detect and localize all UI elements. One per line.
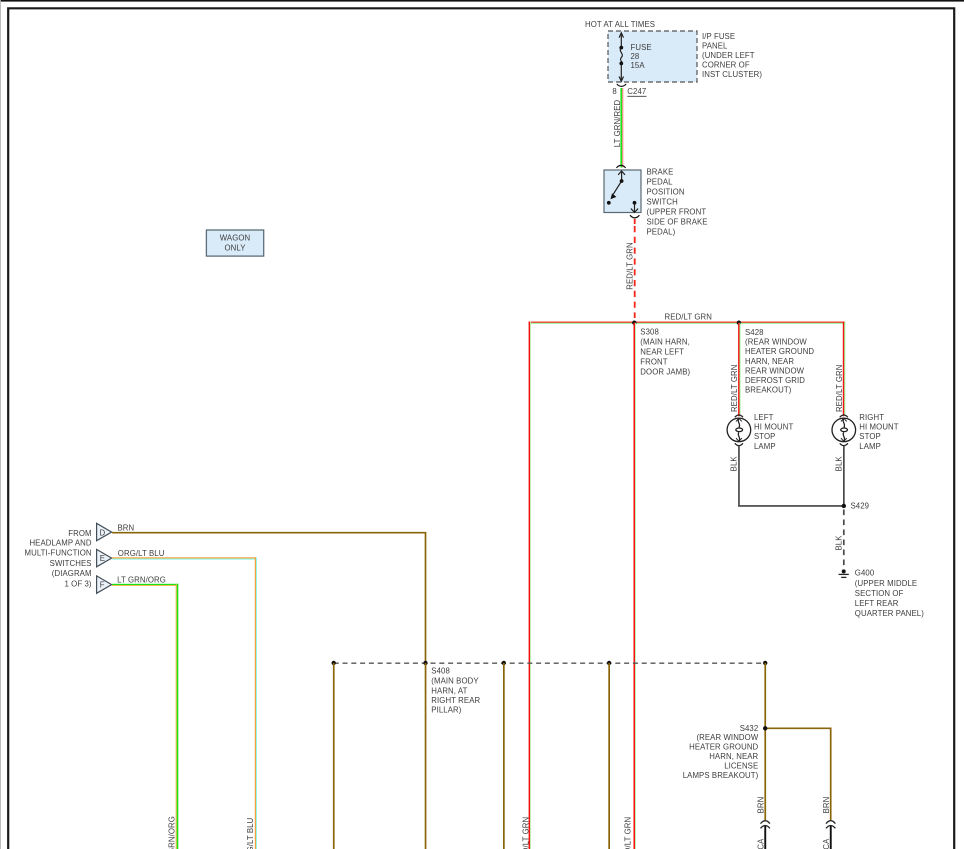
svg-text:LT GRN/RED: LT GRN/RED bbox=[613, 99, 622, 147]
svg-text:SECTION OF: SECTION OF bbox=[855, 589, 904, 598]
svg-text:BLK: BLK bbox=[835, 456, 844, 472]
svg-text:LICENSE: LICENSE bbox=[724, 762, 758, 771]
svg-text:S429: S429 bbox=[851, 502, 870, 511]
svg-text:RED/LT GRN: RED/LT GRN bbox=[730, 365, 739, 413]
svg-text:HI MOUNT: HI MOUNT bbox=[859, 423, 898, 432]
svg-text:NEAR LEFT: NEAR LEFT bbox=[640, 348, 684, 357]
svg-text:(UPPER MIDDLE: (UPPER MIDDLE bbox=[855, 579, 917, 588]
svg-text:BLK: BLK bbox=[730, 456, 739, 472]
svg-text:QUARTER PANEL): QUARTER PANEL) bbox=[855, 609, 924, 618]
svg-text:RED/LT GRN: RED/LT GRN bbox=[624, 817, 633, 849]
svg-text:BRN: BRN bbox=[118, 523, 135, 532]
svg-text:S308: S308 bbox=[640, 328, 659, 337]
svg-text:REAR WINDOW: REAR WINDOW bbox=[745, 366, 805, 375]
svg-text:ORG/LT BLU: ORG/LT BLU bbox=[118, 549, 165, 558]
svg-text:HI MOUNT: HI MOUNT bbox=[754, 423, 793, 432]
svg-text:(DIAGRAM: (DIAGRAM bbox=[52, 569, 92, 578]
svg-text:HARN, AT: HARN, AT bbox=[431, 686, 467, 695]
svg-text:LT GRN/ORG: LT GRN/ORG bbox=[168, 816, 177, 849]
svg-text:RED/LT GRN: RED/LT GRN bbox=[521, 817, 530, 849]
svg-text:BREAKOUT): BREAKOUT) bbox=[745, 386, 792, 395]
svg-text:ONLY: ONLY bbox=[224, 244, 246, 253]
svg-text:(UPPER FRONT: (UPPER FRONT bbox=[647, 208, 707, 217]
svg-text:LAMP: LAMP bbox=[754, 442, 776, 451]
svg-text:RED/LT GRN: RED/LT GRN bbox=[835, 365, 844, 413]
svg-text:F: F bbox=[100, 580, 105, 589]
svg-text:SIDE OF BRAKE: SIDE OF BRAKE bbox=[647, 218, 708, 227]
svg-text:(MAIN HARN,: (MAIN HARN, bbox=[640, 338, 690, 347]
svg-text:RIGHT: RIGHT bbox=[859, 413, 884, 422]
svg-text:(REAR WINDOW: (REAR WINDOW bbox=[696, 733, 758, 742]
svg-text:HARN, NEAR: HARN, NEAR bbox=[709, 752, 758, 761]
svg-text:LEFT: LEFT bbox=[754, 413, 774, 422]
svg-text:BLK: BLK bbox=[835, 535, 844, 551]
svg-text:HARN, NEAR: HARN, NEAR bbox=[745, 357, 794, 366]
svg-text:(REAR WINDOW: (REAR WINDOW bbox=[745, 338, 807, 347]
svg-text:SWITCH: SWITCH bbox=[647, 197, 678, 206]
svg-text:STOP: STOP bbox=[754, 432, 776, 441]
svg-text:ORG/LT BLU: ORG/LT BLU bbox=[246, 817, 255, 849]
svg-text:I/P FUSE: I/P FUSE bbox=[702, 32, 735, 41]
svg-text:FROM: FROM bbox=[68, 529, 91, 538]
svg-text:S428: S428 bbox=[745, 328, 764, 337]
svg-text:BRAKE: BRAKE bbox=[647, 167, 674, 176]
svg-text:PILLAR): PILLAR) bbox=[431, 706, 461, 715]
svg-text:PANEL: PANEL bbox=[702, 42, 728, 51]
svg-text:PEDAL: PEDAL bbox=[647, 177, 674, 186]
svg-text:LT GRN/ORG: LT GRN/ORG bbox=[117, 575, 166, 584]
svg-text:DEFROST GRID: DEFROST GRID bbox=[745, 376, 805, 385]
svg-text:(UNDER LEFT: (UNDER LEFT bbox=[702, 51, 755, 60]
svg-text:57CA: 57CA bbox=[757, 838, 766, 849]
svg-text:C247: C247 bbox=[627, 87, 646, 96]
svg-text:CORNER OF: CORNER OF bbox=[702, 61, 750, 70]
svg-text:BRN: BRN bbox=[822, 797, 831, 814]
svg-text:INST CLUSTER): INST CLUSTER) bbox=[702, 70, 762, 79]
svg-text:RED/LT GRN: RED/LT GRN bbox=[665, 312, 713, 321]
svg-text:S408: S408 bbox=[431, 667, 450, 676]
svg-text:S432: S432 bbox=[740, 724, 759, 733]
svg-text:FRONT: FRONT bbox=[640, 357, 667, 366]
svg-text:HEATER GROUND: HEATER GROUND bbox=[745, 347, 814, 356]
svg-text:15A: 15A bbox=[631, 61, 646, 70]
svg-text:HOT AT ALL TIMES: HOT AT ALL TIMES bbox=[585, 20, 655, 29]
svg-text:RED/LT GRN: RED/LT GRN bbox=[625, 242, 634, 290]
svg-text:STOP: STOP bbox=[859, 432, 881, 441]
svg-text:HEATER GROUND: HEATER GROUND bbox=[689, 743, 758, 752]
svg-text:SWITCHES: SWITCHES bbox=[50, 559, 92, 568]
svg-text:E: E bbox=[100, 554, 105, 563]
svg-text:HEADLAMP AND: HEADLAMP AND bbox=[29, 539, 91, 548]
svg-text:LAMPS BREAKOUT): LAMPS BREAKOUT) bbox=[683, 771, 759, 780]
svg-text:D: D bbox=[100, 528, 106, 537]
svg-text:BRN: BRN bbox=[757, 797, 766, 814]
svg-text:G400: G400 bbox=[855, 569, 875, 578]
svg-text:DOOR JAMB): DOOR JAMB) bbox=[640, 367, 690, 376]
svg-text:8: 8 bbox=[612, 87, 616, 96]
svg-text:LAMP: LAMP bbox=[859, 442, 881, 451]
svg-text:57CA: 57CA bbox=[822, 838, 831, 849]
svg-text:LEFT REAR: LEFT REAR bbox=[855, 599, 899, 608]
svg-text:RIGHT REAR: RIGHT REAR bbox=[431, 696, 480, 705]
svg-text:(MAIN BODY: (MAIN BODY bbox=[431, 677, 479, 686]
svg-text:1 OF 3): 1 OF 3) bbox=[64, 579, 91, 588]
svg-text:28: 28 bbox=[631, 52, 640, 61]
svg-text:MULTI-FUNCTION: MULTI-FUNCTION bbox=[25, 549, 92, 558]
svg-text:FUSE: FUSE bbox=[631, 43, 652, 52]
svg-text:WAGON: WAGON bbox=[220, 234, 251, 243]
svg-text:PEDAL): PEDAL) bbox=[647, 228, 676, 237]
svg-text:POSITION: POSITION bbox=[647, 187, 685, 196]
